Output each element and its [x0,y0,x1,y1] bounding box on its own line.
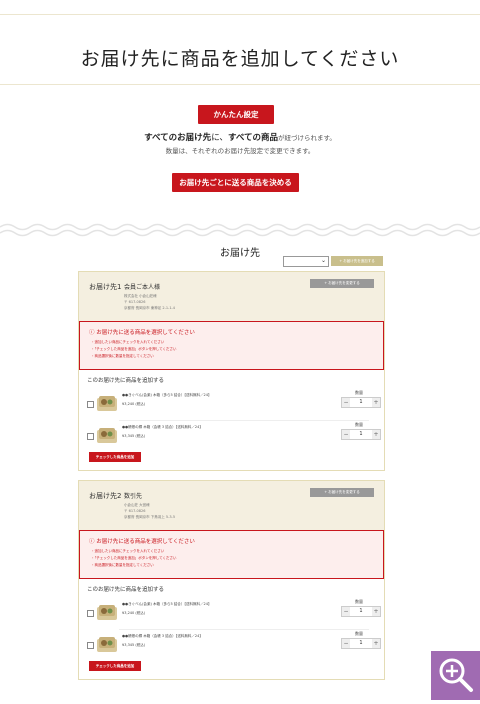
decrement-button[interactable]: − [342,607,350,616]
product-checkbox[interactable] [87,433,94,440]
easy-setup-message: すべてのお届け先に、すべての商品が紐づけられます。 [0,131,480,143]
product-thumbnail [97,637,117,652]
destination-card-2: お届け先2 数引先 小倉山荘 大宮様 〒 617-0826 京都府 長岡京市 下… [78,480,385,680]
destination-address-line: 株式会社 小倉山荘様 [124,294,157,298]
product-thumbnail [97,428,117,443]
msg-linked: が紐づけられます。 [278,134,336,142]
destination-postcode: 〒 617-0826 [124,509,146,513]
product-name: ●●きぐべん(会楽) 木箱（多ら5 詰合）【送料無料／24】 [122,602,212,606]
destination-name: 会員ご本人様 [124,284,161,291]
alert-item: ・「チェックした商品を追加」ボタンを押してください [91,347,177,351]
quantity-value[interactable]: 1 [350,639,372,648]
increment-button[interactable]: + [372,607,380,616]
easy-setup-button[interactable]: かんたん設定 [198,105,274,124]
alert-item: ・追加したい商品にチェックを入れてください [91,549,165,553]
product-name: ●●帳帳の郷 木箱（会帳 3 詰合）【送料無料／24】 [122,425,203,429]
select-product-alert: ⓘ お届け先に送る商品を選択してください ・追加したい商品にチェックを入れてくだ… [79,321,384,370]
destination-header: お届け先2 数引先 小倉山荘 大宮様 〒 617-0826 京都府 長岡京市 下… [79,481,384,530]
quantity-label: 数量 [355,422,363,427]
destination-label: お届け先2 [89,492,122,500]
zoom-button[interactable] [431,651,480,700]
product-row: ●●帳帳の郷 木箱（会帳 3 詰合）【送料無料／24】 ¥3,345 (税込) … [79,631,384,661]
decrement-button[interactable]: − [342,398,350,407]
product-price: ¥3,240 (税込) [122,611,146,615]
destination-name: 数引先 [124,493,143,500]
alert-title-text: お届け先に送る商品を選択してください [96,539,195,545]
add-checked-products-button[interactable]: チェックした商品を追加 [89,452,141,462]
product-thumbnail [97,396,117,411]
zoom-in-icon [439,658,473,692]
destination-address-line: 京都府 長岡京市 東神足 2-1-1-4 [124,306,176,310]
quantity-stepper[interactable]: −1 + [341,638,381,649]
product-thumbnail [97,605,117,620]
quantity-stepper[interactable]: −1 + [341,397,381,408]
alert-title: ⓘ お届け先に送る商品を選択してください [89,537,195,545]
add-destination-button[interactable]: + お届け先を追加する [331,256,383,266]
quantity-note: 数量は、それぞれのお届け先設定で変更できます。 [165,147,315,155]
product-price: ¥3,240 (税込) [122,402,146,406]
alert-item: ・商品選択後に数量を指定してください [91,563,154,567]
destination-header: お届け先1 会員ご本人様 株式会社 小倉山荘様 〒 617-0826 京都府 長… [79,272,384,321]
quantity-label: 数量 [355,390,363,395]
top-divider [0,14,480,15]
alert-title-text: お届け先に送る商品を選択してください [96,330,195,336]
product-checkbox[interactable] [87,401,94,408]
add-products-label: このお届け先に商品を追加する [87,587,165,593]
quantity-stepper[interactable]: −1 + [341,606,381,617]
increment-button[interactable]: + [372,398,380,407]
product-name: ●●帳帳の郷 木箱（会帳 3 詰合）【送料無料／24】 [122,634,203,638]
alert-item: ・追加したい商品にチェックを入れてください [91,340,165,344]
select-product-alert: ⓘ お届け先に送る商品を選択してください ・追加したい商品にチェックを入れてくだ… [79,530,384,579]
add-products-label: このお届け先に商品を追加する [87,378,165,384]
destinations-title: お届け先 [220,248,260,259]
quantity-label: 数量 [355,599,363,604]
alert-item: ・「チェックした商品を追加」ボタンを押してください [91,556,177,560]
page-title: お届け先に商品を追加してください [80,48,400,70]
quantity-stepper[interactable]: −1 + [341,429,381,440]
quantity-value[interactable]: 1 [350,398,372,407]
title-divider [0,84,480,85]
change-destination-button[interactable]: + お届け先を変更する [310,488,374,497]
decrement-button[interactable]: − [342,430,350,439]
increment-button[interactable]: + [372,639,380,648]
product-price: ¥3,345 (税込) [122,434,146,438]
alert-item: ・商品選択後に数量を指定してください [91,354,154,358]
wave-divider [0,223,480,237]
destination-label: お届け先1 [89,283,122,291]
quantity-label: 数量 [355,631,363,636]
product-row: ●●きぐべん(会楽) 木箱（多ら5 詰合）【送料無料／24】 ¥3,240 (税… [79,390,384,420]
msg-ni: に、 [211,133,228,143]
decrement-button[interactable]: − [342,639,350,648]
alert-title: ⓘ お届け先に送る商品を選択してください [89,328,195,336]
msg-all-products: すべての商品 [227,133,279,143]
product-row: ●●帳帳の郷 木箱（会帳 3 詰合）【送料無料／24】 ¥3,345 (税込) … [79,422,384,452]
product-row: ●●きぐべん(会楽) 木箱（多ら5 詰合）【送料無料／24】 ¥3,240 (税… [79,599,384,629]
add-checked-products-button[interactable]: チェックした商品を追加 [89,661,141,671]
chevron-down-icon: ⌄ [320,257,326,264]
product-price: ¥3,345 (税込) [122,643,146,647]
destination-address-line: 京都府 長岡京市 下鳥羽上 5-3-5 [124,515,176,519]
product-checkbox[interactable] [87,642,94,649]
product-checkbox[interactable] [87,610,94,617]
change-destination-button[interactable]: + お届け先を変更する [310,279,374,288]
destination-postcode: 〒 617-0826 [124,300,146,304]
product-divider [119,629,369,630]
destination-address-line: 小倉山荘 大宮様 [124,503,150,507]
msg-all-dest: すべてのお届け先 [144,133,212,143]
quantity-value[interactable]: 1 [350,430,372,439]
increment-button[interactable]: + [372,430,380,439]
destination-select[interactable]: ⌄ [283,256,329,267]
quantity-value[interactable]: 1 [350,607,372,616]
product-name: ●●きぐべん(会楽) 木箱（多ら5 詰合）【送料無料／24】 [122,393,212,397]
per-destination-button[interactable]: お届け先ごとに送る商品を決める [172,173,299,192]
destination-card-1: お届け先1 会員ご本人様 株式会社 小倉山荘様 〒 617-0826 京都府 長… [78,271,385,471]
product-divider [119,420,369,421]
